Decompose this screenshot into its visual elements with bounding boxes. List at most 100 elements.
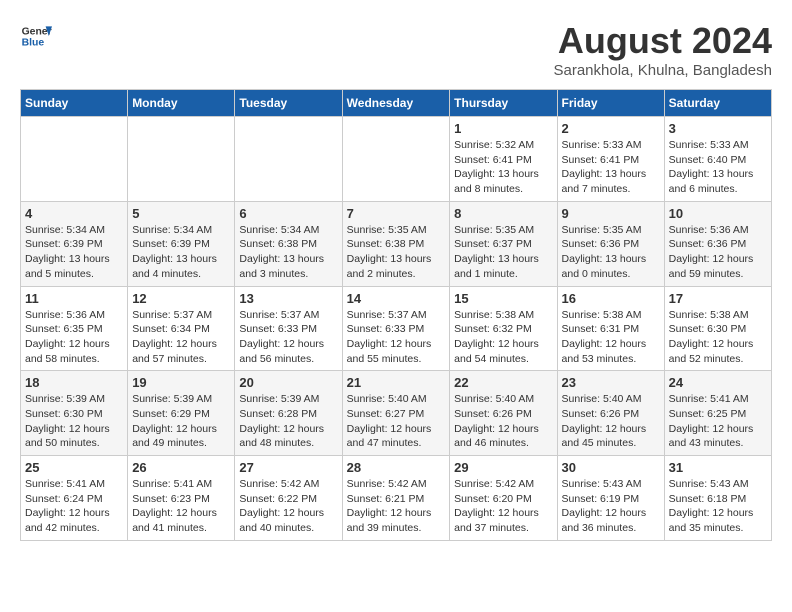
calendar-week-row: 1Sunrise: 5:32 AM Sunset: 6:41 PM Daylig…	[21, 117, 772, 202]
day-number: 12	[132, 291, 230, 306]
day-info: Sunrise: 5:42 AM Sunset: 6:22 PM Dayligh…	[239, 477, 337, 536]
day-info: Sunrise: 5:38 AM Sunset: 6:31 PM Dayligh…	[562, 308, 660, 367]
day-info: Sunrise: 5:41 AM Sunset: 6:24 PM Dayligh…	[25, 477, 123, 536]
day-number: 11	[25, 291, 123, 306]
day-number: 10	[669, 206, 767, 221]
calendar-cell: 11 Sunrise: 5:36 AM Sunset: 6:35 PM Dayli…	[21, 286, 128, 371]
day-info: Sunrise: 5:42 AM Sunset: 6:20 PM Dayligh…	[454, 477, 552, 536]
day-number: 21	[347, 375, 446, 390]
day-info: Sunrise: 5:39 AM Sunset: 6:29 PM Dayligh…	[132, 392, 230, 451]
calendar-cell: 31 Sunrise: 5:43 AM Sunset: 6:18 PM Dayli…	[664, 456, 771, 541]
day-info: Sunrise: 5:34 AM Sunset: 6:39 PM Dayligh…	[132, 223, 230, 282]
calendar-cell: 23 Sunrise: 5:40 AM Sunset: 6:26 PM Dayli…	[557, 371, 664, 456]
calendar-cell: 28Sunrise: 5:42 AM Sunset: 6:21 PM Dayli…	[342, 456, 450, 541]
day-info: Sunrise: 5:33 AM Sunset: 6:41 PM Dayligh…	[562, 138, 660, 197]
day-number: 18	[25, 375, 123, 390]
calendar-cell: 25 Sunrise: 5:41 AM Sunset: 6:24 PM Dayli…	[21, 456, 128, 541]
location: Sarankhola, Khulna, Bangladesh	[554, 62, 773, 79]
day-info: Sunrise: 5:37 AM Sunset: 6:34 PM Dayligh…	[132, 308, 230, 367]
day-info: Sunrise: 5:33 AM Sunset: 6:40 PM Dayligh…	[669, 138, 767, 197]
calendar-cell	[342, 117, 450, 202]
calendar-cell: 19 Sunrise: 5:39 AM Sunset: 6:29 PM Dayli…	[128, 371, 235, 456]
day-info: Sunrise: 5:40 AM Sunset: 6:27 PM Dayligh…	[347, 392, 446, 451]
day-number: 30	[562, 460, 660, 475]
calendar-cell	[21, 117, 128, 202]
calendar-cell: 9 Sunrise: 5:35 AM Sunset: 6:36 PM Daylig…	[557, 201, 664, 286]
day-number: 27	[239, 460, 337, 475]
weekday-header: Monday	[128, 90, 235, 117]
calendar-cell: 16 Sunrise: 5:38 AM Sunset: 6:31 PM Dayli…	[557, 286, 664, 371]
calendar-cell	[128, 117, 235, 202]
logo-icon: General Blue	[20, 20, 52, 52]
calendar-cell: 30 Sunrise: 5:43 AM Sunset: 6:19 PM Dayli…	[557, 456, 664, 541]
calendar-cell: 29 Sunrise: 5:42 AM Sunset: 6:20 PM Dayli…	[450, 456, 557, 541]
day-info: Sunrise: 5:39 AM Sunset: 6:28 PM Dayligh…	[239, 392, 337, 451]
day-number: 9	[562, 206, 660, 221]
calendar-cell: 17Sunrise: 5:38 AM Sunset: 6:30 PM Dayli…	[664, 286, 771, 371]
day-info: Sunrise: 5:37 AM Sunset: 6:33 PM Dayligh…	[347, 308, 446, 367]
calendar-cell: 5 Sunrise: 5:34 AM Sunset: 6:39 PM Daylig…	[128, 201, 235, 286]
day-number: 24	[669, 375, 767, 390]
calendar-cell: 8Sunrise: 5:35 AM Sunset: 6:37 PM Daylig…	[450, 201, 557, 286]
calendar-cell: 3 Sunrise: 5:33 AM Sunset: 6:40 PM Daylig…	[664, 117, 771, 202]
calendar-cell: 21 Sunrise: 5:40 AM Sunset: 6:27 PM Dayli…	[342, 371, 450, 456]
day-info: Sunrise: 5:43 AM Sunset: 6:18 PM Dayligh…	[669, 477, 767, 536]
calendar-cell: 18 Sunrise: 5:39 AM Sunset: 6:30 PM Dayli…	[21, 371, 128, 456]
day-info: Sunrise: 5:37 AM Sunset: 6:33 PM Dayligh…	[239, 308, 337, 367]
day-number: 13	[239, 291, 337, 306]
weekday-header: Saturday	[664, 90, 771, 117]
day-number: 7	[347, 206, 446, 221]
calendar-cell: 27 Sunrise: 5:42 AM Sunset: 6:22 PM Dayli…	[235, 456, 342, 541]
day-number: 26	[132, 460, 230, 475]
day-info: Sunrise: 5:41 AM Sunset: 6:23 PM Dayligh…	[132, 477, 230, 536]
day-info: Sunrise: 5:40 AM Sunset: 6:26 PM Dayligh…	[454, 392, 552, 451]
calendar-cell: 15 Sunrise: 5:38 AM Sunset: 6:32 PM Dayli…	[450, 286, 557, 371]
day-number: 19	[132, 375, 230, 390]
weekday-header: Tuesday	[235, 90, 342, 117]
day-info: Sunrise: 5:34 AM Sunset: 6:38 PM Dayligh…	[239, 223, 337, 282]
day-info: Sunrise: 5:34 AM Sunset: 6:39 PM Dayligh…	[25, 223, 123, 282]
day-number: 23	[562, 375, 660, 390]
day-info: Sunrise: 5:36 AM Sunset: 6:35 PM Dayligh…	[25, 308, 123, 367]
day-info: Sunrise: 5:35 AM Sunset: 6:38 PM Dayligh…	[347, 223, 446, 282]
calendar-cell: 13 Sunrise: 5:37 AM Sunset: 6:33 PM Dayli…	[235, 286, 342, 371]
day-info: Sunrise: 5:35 AM Sunset: 6:36 PM Dayligh…	[562, 223, 660, 282]
day-info: Sunrise: 5:40 AM Sunset: 6:26 PM Dayligh…	[562, 392, 660, 451]
day-number: 28	[347, 460, 446, 475]
calendar-table: SundayMondayTuesdayWednesdayThursdayFrid…	[20, 89, 772, 541]
day-number: 25	[25, 460, 123, 475]
calendar-cell: 2 Sunrise: 5:33 AM Sunset: 6:41 PM Daylig…	[557, 117, 664, 202]
day-info: Sunrise: 5:41 AM Sunset: 6:25 PM Dayligh…	[669, 392, 767, 451]
calendar-week-row: 18 Sunrise: 5:39 AM Sunset: 6:30 PM Dayli…	[21, 371, 772, 456]
calendar-cell: 10Sunrise: 5:36 AM Sunset: 6:36 PM Dayli…	[664, 201, 771, 286]
weekday-header: Thursday	[450, 90, 557, 117]
day-number: 4	[25, 206, 123, 221]
day-info: Sunrise: 5:43 AM Sunset: 6:19 PM Dayligh…	[562, 477, 660, 536]
calendar-week-row: 4 Sunrise: 5:34 AM Sunset: 6:39 PM Daylig…	[21, 201, 772, 286]
day-number: 16	[562, 291, 660, 306]
day-info: Sunrise: 5:39 AM Sunset: 6:30 PM Dayligh…	[25, 392, 123, 451]
day-number: 17	[669, 291, 767, 306]
calendar-cell: 4 Sunrise: 5:34 AM Sunset: 6:39 PM Daylig…	[21, 201, 128, 286]
day-number: 2	[562, 121, 660, 136]
day-number: 31	[669, 460, 767, 475]
title-block: August 2024 Sarankhola, Khulna, Banglade…	[554, 20, 773, 79]
weekday-header-row: SundayMondayTuesdayWednesdayThursdayFrid…	[21, 90, 772, 117]
calendar-cell: 1Sunrise: 5:32 AM Sunset: 6:41 PM Daylig…	[450, 117, 557, 202]
calendar-cell: 7 Sunrise: 5:35 AM Sunset: 6:38 PM Daylig…	[342, 201, 450, 286]
calendar-cell: 24 Sunrise: 5:41 AM Sunset: 6:25 PM Dayli…	[664, 371, 771, 456]
day-info: Sunrise: 5:32 AM Sunset: 6:41 PM Dayligh…	[454, 138, 552, 197]
day-number: 5	[132, 206, 230, 221]
calendar-cell: 22Sunrise: 5:40 AM Sunset: 6:26 PM Dayli…	[450, 371, 557, 456]
weekday-header: Friday	[557, 90, 664, 117]
calendar-cell: 20Sunrise: 5:39 AM Sunset: 6:28 PM Dayli…	[235, 371, 342, 456]
day-number: 3	[669, 121, 767, 136]
day-number: 29	[454, 460, 552, 475]
day-number: 14	[347, 291, 446, 306]
month-year: August 2024	[554, 20, 773, 62]
day-number: 8	[454, 206, 552, 221]
day-info: Sunrise: 5:38 AM Sunset: 6:32 PM Dayligh…	[454, 308, 552, 367]
logo: General Blue	[20, 20, 52, 52]
day-number: 15	[454, 291, 552, 306]
calendar-week-row: 25 Sunrise: 5:41 AM Sunset: 6:24 PM Dayli…	[21, 456, 772, 541]
